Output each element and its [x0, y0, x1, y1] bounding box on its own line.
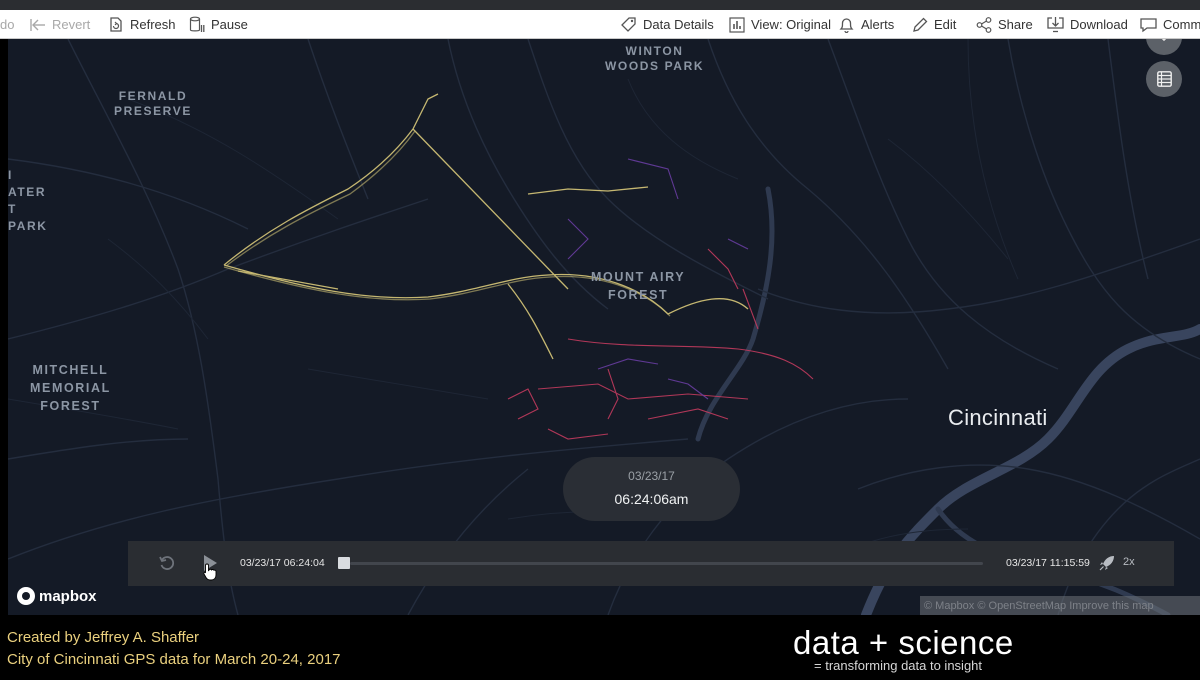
- map-label-fernald-preserve: FERNALD PRESERVE: [114, 89, 192, 119]
- map-label-left-park: I ATER T PARK: [8, 167, 48, 235]
- comments-label: Comm: [1163, 17, 1200, 32]
- map-label-line: I: [8, 168, 13, 182]
- map-canvas: [8, 39, 1200, 615]
- mapbox-icon: [17, 587, 35, 605]
- edit-label: Edit: [934, 17, 957, 32]
- pencil-icon: [913, 17, 928, 32]
- download-icon: [1047, 17, 1064, 33]
- current-date: 03/23/17: [628, 469, 675, 483]
- map-view[interactable]: WINTON WOODS PARK FERNALD PRESERVE I ATE…: [8, 39, 1200, 615]
- playback-track[interactable]: [350, 562, 983, 565]
- alerts-button[interactable]: Alerts: [838, 10, 895, 38]
- playback-slider-thumb[interactable]: [338, 557, 350, 569]
- playback-speed[interactable]: 2x: [1123, 556, 1135, 568]
- map-label-line: WINTON: [625, 44, 684, 58]
- map-label-mitchell-memorial-forest: MITCHELL MEMORIAL FOREST: [30, 361, 111, 415]
- table-icon: [1156, 71, 1172, 87]
- view-label: View: Original: [751, 17, 831, 32]
- data-details-button[interactable]: Data Details: [620, 10, 714, 38]
- replay-icon: [159, 556, 175, 570]
- view-button[interactable]: View: Original: [729, 10, 831, 38]
- brand-logo-text: data + science: [793, 624, 1014, 661]
- map-label-line: FOREST: [607, 288, 669, 302]
- revert-label: Revert: [52, 17, 91, 32]
- map-label-line: ATER: [8, 185, 47, 199]
- bar-chart-icon: [729, 16, 745, 33]
- chevron-down-icon: [1161, 39, 1167, 41]
- mapbox-logo[interactable]: mapbox: [17, 587, 97, 605]
- refresh-icon: [110, 17, 122, 32]
- comment-icon: [1140, 17, 1157, 32]
- pause-label: Pause: [211, 17, 248, 32]
- download-button[interactable]: Download: [1047, 10, 1128, 38]
- edit-button[interactable]: Edit: [912, 10, 957, 38]
- refresh-label: Refresh: [130, 17, 176, 32]
- pause-button[interactable]: Pause: [189, 10, 248, 38]
- browser-top-strip: [0, 0, 1200, 10]
- playback-start-time: 03/23/17 06:24:04: [240, 557, 325, 569]
- current-time: 06:24:06am: [614, 491, 689, 507]
- credit-data-source: City of Cincinnati GPS data for March 20…: [7, 651, 341, 668]
- map-label-line: T: [8, 202, 17, 216]
- share-icon: [976, 16, 992, 33]
- credit-author: Created by Jeffrey A. Shaffer: [7, 629, 200, 646]
- playback-controls: 03/23/17 06:24:04 03/23/17 11:15:59 2x: [128, 541, 1174, 586]
- map-label-line: MEMORIAL: [30, 381, 111, 395]
- current-time-display: 03/23/17 06:24:06am: [563, 457, 740, 521]
- map-label-mount-airy-forest: MOUNT AIRY FOREST: [591, 268, 685, 304]
- footer: Created by Jeffrey A. Shaffer City of Ci…: [0, 615, 1200, 680]
- revert-icon: [30, 18, 45, 31]
- map-label-line: PRESERVE: [114, 104, 192, 118]
- map-label-line: PARK: [8, 219, 48, 233]
- playback-end-time: 03/23/17 11:15:59: [1006, 557, 1090, 569]
- map-attribution[interactable]: © Mapbox © OpenStreetMap Improve this ma…: [920, 596, 1200, 615]
- undo-button[interactable]: do: [0, 10, 15, 38]
- map-label-line: WOODS PARK: [605, 59, 705, 73]
- bell-icon: [839, 18, 854, 33]
- map-table-button[interactable]: [1146, 61, 1182, 97]
- share-label: Share: [998, 17, 1033, 32]
- toolbar: do Revert Refresh Pause Data Details Vie…: [0, 10, 1200, 39]
- comments-button[interactable]: Comm: [1140, 10, 1200, 38]
- hand-cursor-icon: [203, 563, 217, 581]
- map-label-cincinnati: Cincinnati: [948, 405, 1048, 430]
- pause-icon: [189, 16, 205, 32]
- map-label-line: MOUNT AIRY: [591, 270, 686, 284]
- map-label-line: MITCHELL: [32, 363, 109, 377]
- refresh-button[interactable]: Refresh: [107, 10, 176, 38]
- alerts-label: Alerts: [861, 17, 895, 32]
- mapbox-logo-text: mapbox: [39, 587, 97, 605]
- undo-label: do: [0, 17, 15, 32]
- speed-button[interactable]: [1099, 555, 1115, 576]
- download-label: Download: [1070, 17, 1128, 32]
- tag-icon: [621, 17, 636, 32]
- brand-tagline: = transforming data to insight: [814, 658, 983, 673]
- data-details-label: Data Details: [643, 17, 714, 32]
- map-label-winton-woods: WINTON WOODS PARK: [605, 44, 704, 74]
- map-label-line: FOREST: [40, 399, 101, 413]
- rocket-icon: [1099, 556, 1114, 571]
- map-label-line: FERNALD: [118, 89, 188, 103]
- share-button[interactable]: Share: [976, 10, 1033, 38]
- revert-button[interactable]: Revert: [30, 10, 91, 38]
- replay-button[interactable]: [158, 554, 176, 577]
